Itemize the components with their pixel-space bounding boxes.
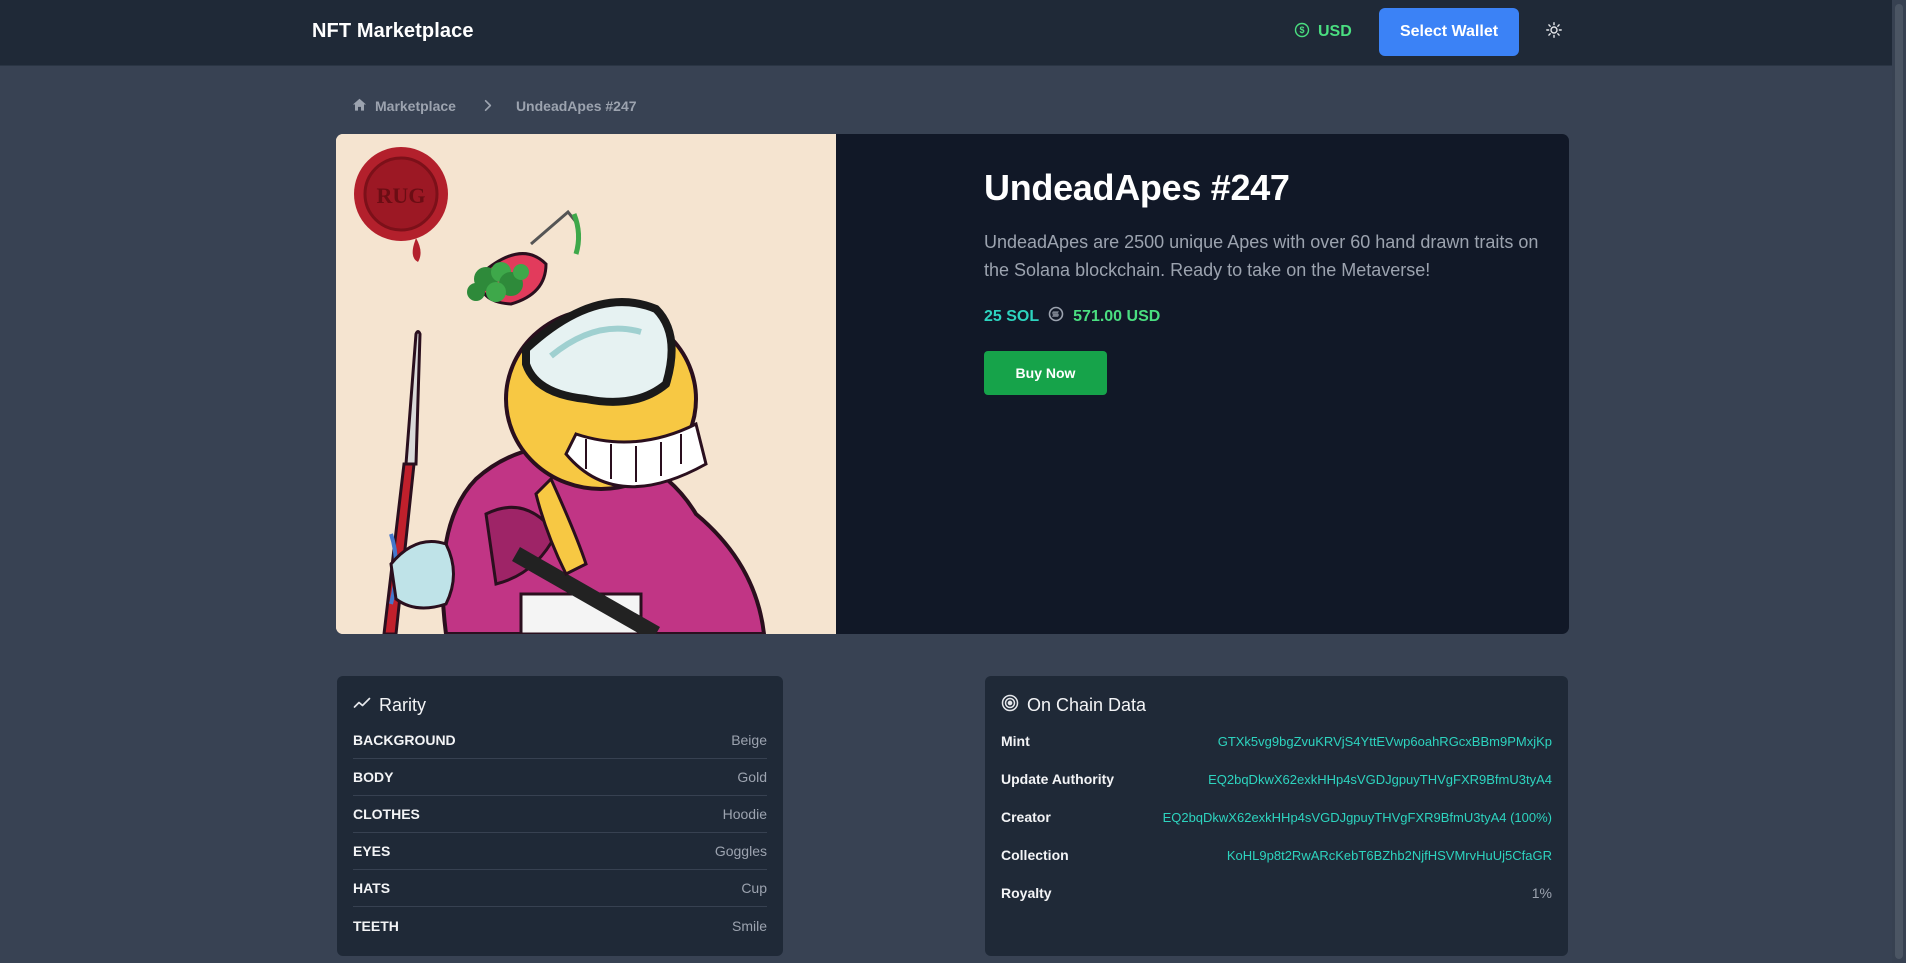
onchain-row-royalty: Royalty 1% [1001, 874, 1552, 912]
nft-artwork-image: RUG [336, 134, 836, 634]
royalty-value: 1% [1531, 885, 1552, 901]
onchain-row-creator: Creator EQ2bqDkwX62exkHHp4sVGDJgpuyTHVgF… [1001, 798, 1552, 836]
trait-value: Beige [731, 732, 767, 748]
breadcrumb: Marketplace UndeadApes #247 [352, 96, 637, 116]
trait-name: HATS [353, 880, 391, 896]
trait-name: EYES [353, 843, 391, 859]
trait-value: Cup [741, 880, 767, 896]
mint-address-link[interactable]: GTXk5vg9bgZvuKRVjS4YttEVwp6oahRGcxBBm9PM… [1218, 734, 1552, 749]
rarity-header: Rarity [353, 694, 426, 716]
svg-text:$: $ [1299, 25, 1304, 35]
nft-detail-card: RUG UndeadApes #247 UndeadApes are 2500 … [336, 134, 1569, 634]
trait-value: Hoodie [722, 806, 767, 822]
onchain-data-panel: On Chain Data Mint GTXk5vg9bgZvuKRVjS4Yt… [985, 676, 1568, 956]
onchain-row-mint: Mint GTXk5vg9bgZvuKRVjS4YttEVwp6oahRGcxB… [1001, 722, 1552, 760]
navbar: NFT Marketplace $ USD Select Wallet [0, 0, 1906, 66]
onchain-label: Royalty [1001, 885, 1052, 901]
onchain-row-collection: Collection KoHL9p8t2RwARcKebT6BZhb2NjfHS… [1001, 836, 1552, 874]
breadcrumb-marketplace-label: Marketplace [375, 98, 456, 114]
trait-value: Goggles [714, 843, 767, 859]
buy-now-button[interactable]: Buy Now [984, 351, 1107, 395]
onchain-label: Mint [1001, 733, 1030, 749]
trait-name: CLOTHES [353, 806, 420, 822]
onchain-label: Collection [1001, 847, 1069, 863]
trait-row: BACKGROUND Beige [353, 722, 767, 759]
onchain-label: Creator [1001, 809, 1051, 825]
nft-info: UndeadApes #247 UndeadApes are 2500 uniq… [984, 166, 1544, 395]
trait-row: CLOTHES Hoodie [353, 796, 767, 833]
chevron-right-icon [480, 98, 496, 114]
brand-logo-text[interactable]: NFT Marketplace [312, 20, 474, 43]
rarity-title: Rarity [379, 694, 427, 715]
sun-icon [1546, 21, 1562, 43]
update-authority-link[interactable]: EQ2bqDkwX62exkHHp4sVGDJgpuyTHVgFXR9BfmU3… [1208, 772, 1552, 787]
trait-name: BODY [353, 769, 394, 785]
breadcrumb-marketplace-link[interactable]: Marketplace [352, 97, 456, 115]
currency-selector[interactable]: $ USD [1294, 21, 1352, 43]
onchain-title: On Chain Data [1027, 694, 1147, 715]
currency-label: USD [1318, 23, 1352, 40]
trait-row: TEETH Smile [353, 907, 767, 944]
trait-name: TEETH [353, 917, 399, 934]
creator-address-link[interactable]: EQ2bqDkwX62exkHHp4sVGDJgpuyTHVgFXR9BfmU3… [1163, 810, 1552, 825]
price-sol: 25 SOL [984, 307, 1040, 325]
rarity-panel: Rarity BACKGROUND Beige BODY Gold CLOTHE… [337, 676, 783, 956]
breadcrumb-current: UndeadApes #247 [515, 98, 637, 114]
home-icon [352, 97, 367, 115]
dollar-circle-icon: $ [1294, 22, 1310, 43]
onchain-row-update-authority: Update Authority EQ2bqDkwX62exkHHp4sVGDJ… [1001, 760, 1552, 798]
svg-text:RUG: RUG [377, 183, 426, 208]
trait-value: Gold [737, 769, 767, 785]
nft-title: UndeadApes #247 [984, 167, 1290, 208]
solana-circle-icon [1048, 306, 1064, 327]
onchain-label: Update Authority [1001, 771, 1115, 787]
trait-row: EYES Goggles [353, 833, 767, 870]
rarity-trait-list: BACKGROUND Beige BODY Gold CLOTHES Hoodi… [353, 722, 767, 944]
price-row: 25 SOL 571.00 USD [984, 306, 1544, 327]
nft-description: UndeadApes are 2500 unique Apes with ove… [984, 232, 1539, 280]
onchain-header: On Chain Data [1001, 694, 1146, 716]
trending-chart-icon [353, 694, 371, 717]
onchain-data-list: Mint GTXk5vg9bgZvuKRVjS4YttEVwp6oahRGcxB… [1001, 722, 1552, 912]
select-wallet-button[interactable]: Select Wallet [1379, 8, 1519, 56]
trait-name: BACKGROUND [353, 732, 456, 748]
target-icon [1001, 694, 1019, 717]
theme-toggle-button[interactable] [1543, 21, 1565, 43]
price-usd: 571.00 USD [1073, 307, 1161, 325]
collection-address-link[interactable]: KoHL9p8t2RwARcKebT6BZhb2NjfHSVMrvHuUj5Cf… [1227, 848, 1552, 863]
trait-row: HATS Cup [353, 870, 767, 907]
trait-row: BODY Gold [353, 759, 767, 796]
scrollbar-thumb[interactable] [1895, 4, 1903, 959]
trait-value: Smile [731, 917, 767, 934]
